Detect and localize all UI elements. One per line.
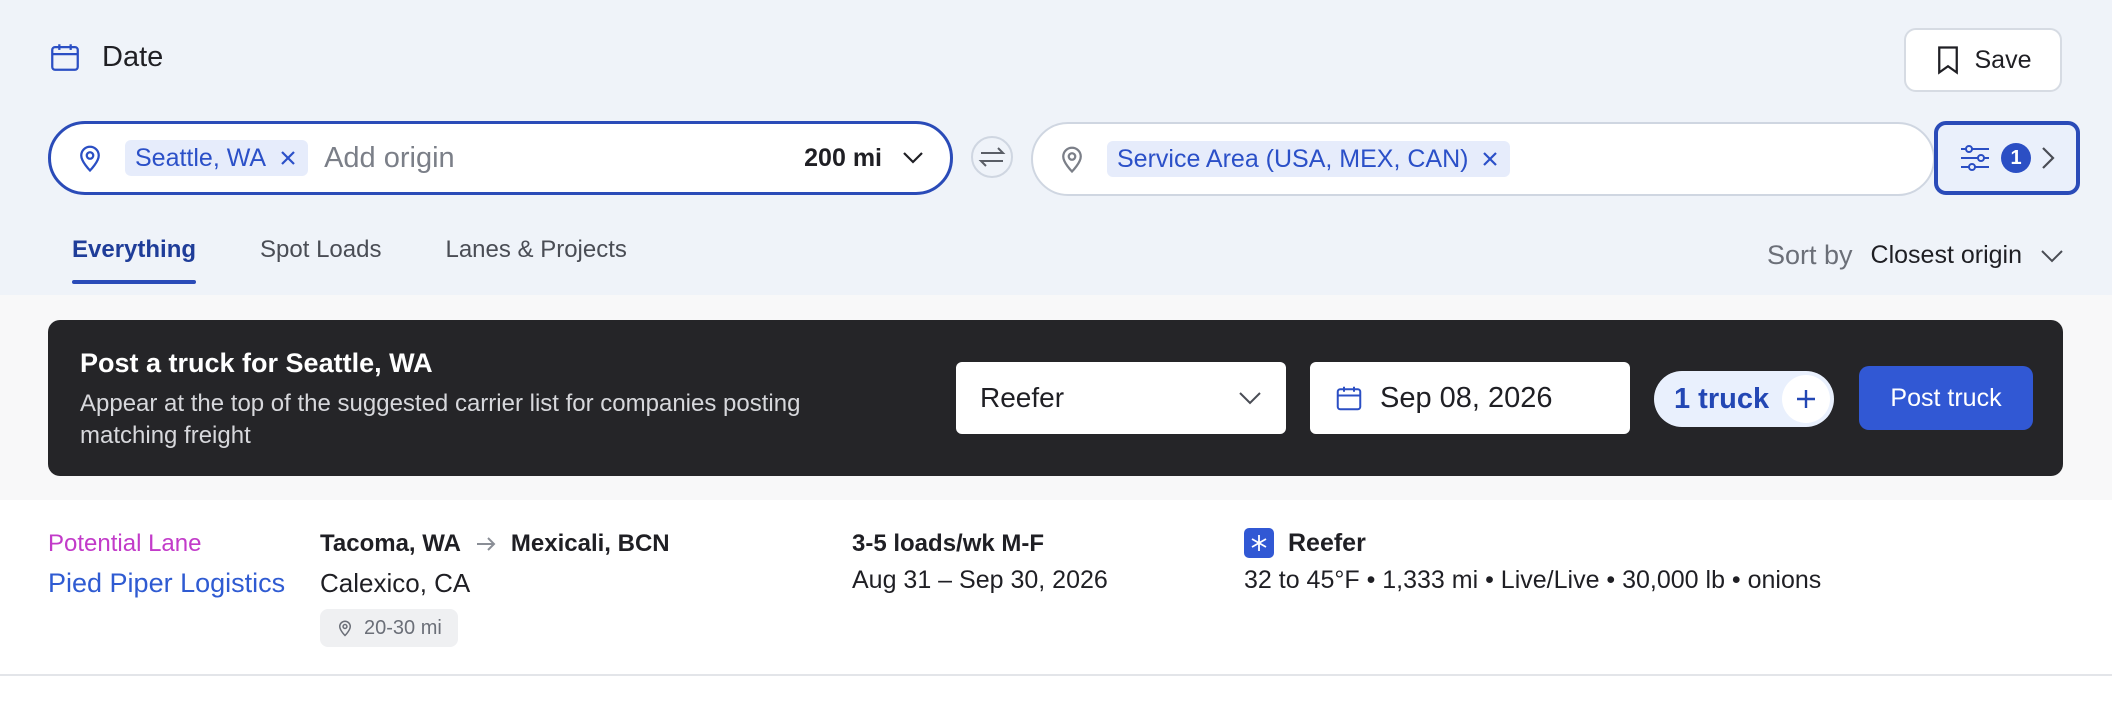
swap-origin-destination-button[interactable] (971, 136, 1013, 178)
load-frequency: 3-5 loads/wk M-F (852, 530, 1045, 557)
post-truck-card: Post a truck for Seattle, WA Appear at t… (48, 320, 2063, 476)
truck-count-stepper: 1 truck (1654, 371, 1834, 427)
origin-search-field[interactable]: Seattle, WA 200 mi (48, 121, 953, 195)
equipment-type: Reefer (1244, 528, 1366, 558)
post-truck-subtitle: Appear at the top of the suggested carri… (80, 390, 801, 449)
remove-destination-icon[interactable] (1480, 149, 1500, 169)
chevron-down-icon (902, 151, 924, 165)
filters-button[interactable]: 1 (1934, 121, 2080, 195)
location-pin-icon (1057, 144, 1087, 174)
location-pin-icon (75, 143, 105, 173)
search-header: Date Save Seattle, WA 200 mi (0, 0, 2112, 295)
sort-value: Closest origin (1870, 241, 2022, 269)
swap-icon (977, 145, 1007, 169)
tab-spot-loads[interactable]: Spot Loads (260, 236, 381, 284)
arrow-right-icon (475, 536, 497, 552)
equipment-label: Reefer (1288, 528, 1366, 557)
snowflake-icon (1244, 528, 1274, 558)
available-date-field[interactable]: Sep 08, 2026 (1310, 362, 1630, 434)
lane-destination: Mexicali, BCN (510, 530, 670, 557)
save-button[interactable]: Save (1904, 28, 2062, 92)
destination-chip[interactable]: Service Area (USA, MEX, CAN) (1107, 141, 1511, 177)
destination-chip-label: Service Area (USA, MEX, CAN) (1117, 144, 1469, 173)
distance-value: 20-30 mi (364, 616, 442, 639)
save-label: Save (1974, 45, 2032, 74)
chevron-down-icon (2040, 249, 2064, 263)
available-date-value: Sep 08, 2026 (1380, 381, 1553, 414)
tab-everything[interactable]: Everything (72, 236, 197, 284)
table-row[interactable]: Potential Lane Pied Piper Logistics Taco… (0, 500, 2112, 676)
distance-badge: 20-30 mi (320, 609, 458, 647)
lane-route: Tacoma, WA Mexicali, BCN (320, 530, 670, 558)
radius-value: 200 mi (804, 143, 882, 172)
company-link[interactable]: Pied Piper Logistics (48, 568, 285, 599)
post-truck-button[interactable]: Post truck (1859, 366, 2033, 430)
lane-city: Calexico, CA (320, 568, 471, 598)
load-details: 32 to 45°F • 1,333 mi • Live/Live • 30,0… (1244, 566, 1822, 594)
equipment-select[interactable]: Reefer (956, 362, 1286, 434)
location-pin-icon (336, 619, 354, 637)
chevron-right-icon (2041, 146, 2055, 170)
sort-control[interactable]: Sort by Closest origin (1767, 240, 2064, 271)
origin-chip-label: Seattle, WA (135, 143, 267, 172)
radius-select[interactable]: 200 mi (804, 144, 950, 173)
lane-type-tag: Potential Lane (48, 530, 202, 557)
remove-origin-icon[interactable] (278, 148, 298, 168)
sliders-icon (1959, 144, 1991, 172)
date-label: Date (102, 40, 164, 73)
origin-input[interactable] (324, 141, 755, 175)
date-filter[interactable]: Date (48, 40, 163, 74)
destination-search-field[interactable]: Service Area (USA, MEX, CAN) (1031, 122, 1935, 196)
lane-origin: Tacoma, WA (320, 530, 461, 557)
chevron-down-icon (1238, 391, 1262, 405)
origin-chip[interactable]: Seattle, WA (125, 140, 309, 176)
bookmark-icon (1935, 45, 1961, 75)
tab-lanes-projects[interactable]: Lanes & Projects (445, 236, 626, 284)
add-truck-button[interactable] (1782, 375, 1830, 423)
equipment-value: Reefer (980, 382, 1065, 413)
calendar-icon (1334, 383, 1364, 413)
lane-dates: Aug 31 – Sep 30, 2026 (852, 566, 1108, 594)
result-tabs: Everything Spot Loads Lanes & Projects (72, 236, 627, 284)
truck-count-value: 1 truck (1674, 382, 1770, 415)
sort-label: Sort by (1767, 240, 1853, 270)
post-truck-title: Post a truck for Seattle, WA (80, 348, 433, 378)
filter-count-badge: 1 (2001, 143, 2031, 173)
calendar-icon (48, 40, 82, 74)
